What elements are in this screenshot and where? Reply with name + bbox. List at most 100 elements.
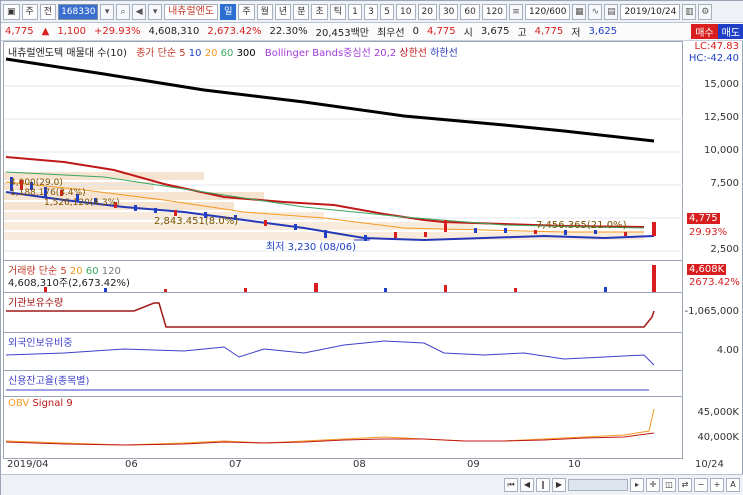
grid-icon[interactable]: ▦ <box>572 3 587 20</box>
minute-1[interactable]: 1 <box>348 3 363 20</box>
price-pane[interactable]: 내츄럴엔도텍 매물대 수(10) 종가 단순 5 10 20 60 300 Bo… <box>3 41 684 261</box>
volume-ratio: 2,673.42% <box>207 26 262 37</box>
turnover: 22.30% <box>269 26 308 37</box>
chart-type-icon[interactable]: ∿ <box>588 3 603 20</box>
zoom-plus-button[interactable]: + <box>710 478 724 492</box>
compare-icon[interactable]: ⇄ <box>678 478 692 492</box>
lc-label: LC:47.83 <box>694 41 739 52</box>
obv-legend: OBV Signal 9 <box>8 398 73 409</box>
legend-ma20: 20 <box>204 48 218 59</box>
volume-value: 4,608,310주(2,673.42%) <box>8 278 130 289</box>
volume-pane[interactable]: 거래량 단순 5 20 60 120 4,608,310주(2,673.42%) <box>3 261 683 293</box>
gear-icon[interactable]: ⚙ <box>698 3 713 20</box>
pause-icon[interactable]: ‖ <box>536 478 550 492</box>
low-price: 3,625 <box>588 26 618 37</box>
stock-name: 내츄럴엔도 <box>164 3 219 20</box>
legend-bb-lower: 하한선 <box>430 48 458 59</box>
tab-yearly[interactable]: 년 <box>274 3 292 20</box>
minute-3[interactable]: 3 <box>364 3 379 20</box>
dropdown-icon[interactable]: ▾ <box>100 3 115 20</box>
scroll-track[interactable] <box>568 479 628 491</box>
credit-svg <box>6 389 649 391</box>
tab-second[interactable]: 초 <box>311 3 328 20</box>
legend-bb-upper: 상한선 <box>399 48 428 59</box>
period-button-week[interactable]: 주 <box>21 3 38 20</box>
annotation-1: 2,843.451(8.0%) <box>154 216 239 227</box>
minute-10[interactable]: 10 <box>396 3 416 20</box>
trade-amount: 20,453백만 <box>315 28 369 39</box>
save-icon[interactable]: ▤ <box>604 3 619 20</box>
first-icon[interactable]: ⏮ <box>504 478 518 492</box>
low-annotation: 최저 3,230 (08/06) <box>266 242 357 253</box>
credit-pane[interactable]: 신용잔고율(종목별) <box>3 371 683 397</box>
tab-weekly[interactable]: 주 <box>238 3 255 20</box>
obv-svg <box>5 408 655 446</box>
tab-monthly[interactable]: 월 <box>256 3 273 20</box>
tab-daily[interactable]: 일 <box>220 3 237 20</box>
tick-2500: 2,500 <box>710 244 739 255</box>
high-price: 4,775 <box>534 26 564 37</box>
institution-line <box>6 302 655 328</box>
institution-svg <box>6 302 655 328</box>
date-axis: 2019/04 06 07 08 09 10 10/24 <box>3 459 743 473</box>
priority-label: 최우선 <box>376 28 405 39</box>
legend-bb: Bollinger Bands중심선 20,2 <box>264 48 397 59</box>
minute-5[interactable]: 5 <box>380 3 395 20</box>
tick-7500: 7,500 <box>710 178 739 189</box>
buy-button[interactable]: 매수 <box>691 24 718 39</box>
eraser-icon[interactable]: ◫ <box>662 478 676 492</box>
search-icon[interactable]: ⌕ <box>116 3 131 20</box>
price-legend: 내츄럴엔도텍 매물대 수(10) 종가 단순 5 10 20 60 300 Bo… <box>8 44 458 59</box>
date-tick-6: 10/24 <box>695 459 724 470</box>
price-badge: 4,775 <box>687 213 720 224</box>
date-tick-2: 07 <box>229 459 242 470</box>
date-tick-1: 06 <box>125 459 138 470</box>
minute-30[interactable]: 30 <box>438 3 459 20</box>
obv-pane[interactable]: OBV Signal 9 <box>3 397 683 459</box>
scroll-right-icon[interactable]: ▸ <box>630 478 644 492</box>
period-button-all[interactable]: 전 <box>39 3 57 20</box>
volume-bars <box>44 265 656 292</box>
count-field[interactable]: 120/600 <box>525 3 571 20</box>
sound-icon[interactable]: ◀ <box>132 3 147 20</box>
tab-minute[interactable]: 분 <box>293 3 310 20</box>
credit-legend: 신용잔고율(종목별) <box>8 376 90 387</box>
legend-ma300: 300 <box>236 48 256 59</box>
date-field[interactable]: 2019/10/24 <box>620 3 681 20</box>
annotation-4: 4,000(29.0) <box>10 178 63 188</box>
institution-scale: -1,065,000 <box>684 293 742 333</box>
crosshair-icon[interactable]: ✛ <box>646 478 660 492</box>
prev-icon[interactable]: ◀ <box>520 478 534 492</box>
stock-chart-window: ▣ 주 전 168330 ▾ ⌕ ◀ ▾ 내츄럴엔도 일 주 월 년 분 초 틱… <box>0 0 743 495</box>
current-price: 4,775 <box>5 26 34 37</box>
volume-pct: 2673.42% <box>689 277 740 288</box>
foreign-scale: 4.00 <box>685 333 742 371</box>
annotation-5: 7,456.365(21.0%) <box>536 220 627 231</box>
last-price: 4,775 <box>426 26 456 37</box>
institution-tick: -1,065,000 <box>684 306 739 317</box>
font-size-button[interactable]: A <box>726 478 740 492</box>
legend-ma60: 60 <box>220 48 234 59</box>
minute-20[interactable]: 20 <box>417 3 437 20</box>
chart-area[interactable]: 내츄럴엔도텍 매물대 수(10) 종가 단순 5 10 20 60 300 Bo… <box>1 41 743 481</box>
minute-60[interactable]: 60 <box>460 3 480 20</box>
foreign-legend: 외국인보유비중 <box>8 338 73 349</box>
obv-scale: 45,000K 40,000K <box>685 397 742 459</box>
institution-pane[interactable]: 기관보유수량 <box>3 293 683 333</box>
next-icon[interactable]: ▶ <box>552 478 566 492</box>
sell-button[interactable]: 매도 <box>717 24 743 39</box>
zoom-minus-button[interactable]: − <box>694 478 708 492</box>
stock-code-input[interactable]: 168330 <box>58 3 99 20</box>
foreign-pane[interactable]: 외국인보유비중 <box>3 333 683 371</box>
tick-15000: 15,000 <box>704 79 739 90</box>
obv-legend-obv: OBV <box>8 398 30 409</box>
menu-icon[interactable]: ▾ <box>148 3 163 20</box>
minute-120[interactable]: 120 <box>481 3 508 20</box>
tab-tick[interactable]: 틱 <box>329 3 347 20</box>
tick-12500: 12,500 <box>704 112 739 123</box>
list-icon[interactable]: ≡ <box>509 3 524 20</box>
price-change: 1,100 <box>57 26 86 37</box>
up-arrow-icon: ▲ <box>41 26 50 37</box>
calendar-icon[interactable]: ▥ <box>682 3 697 20</box>
layout-icon[interactable]: ▣ <box>3 3 20 20</box>
